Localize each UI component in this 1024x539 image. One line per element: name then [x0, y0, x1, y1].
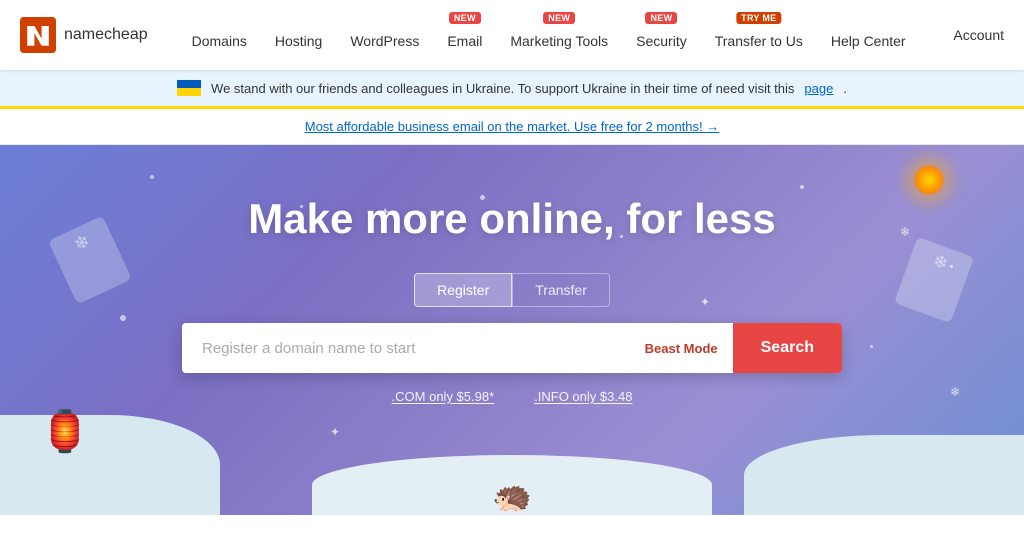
snow-dot: [800, 185, 804, 189]
nav-item-wordpress[interactable]: WordPress: [336, 0, 433, 70]
search-tabs: Register Transfer: [414, 273, 610, 307]
ukraine-banner: We stand with our friends and colleagues…: [0, 70, 1024, 109]
badge-tryme-transfer: TRY ME: [736, 12, 781, 24]
nav-item-marketing[interactable]: NEW Marketing Tools: [496, 0, 622, 70]
hero-title: Make more online, for less: [248, 195, 776, 243]
nav-item-domains[interactable]: Domains: [178, 0, 261, 70]
price-hint-com-text: .COM only $5.98*: [392, 389, 495, 404]
price-hint-info-text: .INFO only $3.48: [534, 389, 632, 404]
nav-item-transfer[interactable]: TRY ME Transfer to Us: [701, 0, 817, 70]
nav-label-domains: Domains: [192, 33, 247, 49]
logo-link[interactable]: namecheap: [20, 17, 148, 53]
nav-item-help[interactable]: Help Center: [817, 0, 920, 70]
header: namecheap Domains Hosting WordPress NEW …: [0, 0, 1024, 70]
sparkle-icon: ❄: [900, 225, 910, 239]
account-label: Account: [953, 27, 1004, 43]
flag-bottom: [177, 88, 201, 96]
glow-orb: [914, 165, 944, 195]
snow-dot: [950, 265, 953, 268]
nav-label-security: Security: [636, 33, 687, 49]
lantern-icon: 🏮: [40, 408, 90, 455]
promo-banner: Most affordable business email on the ma…: [0, 109, 1024, 145]
snow-mound-right: [744, 435, 1024, 515]
logo-text: namecheap: [64, 26, 148, 44]
price-hint-com: .COM only $5.98*: [392, 389, 495, 404]
nav-label-marketing: Marketing Tools: [510, 33, 608, 49]
ukraine-flag: [177, 80, 201, 96]
main-nav: Domains Hosting WordPress NEW Email NEW …: [178, 0, 954, 70]
sparkle-icon: ✦: [700, 295, 710, 309]
price-hint-info: .INFO only $3.48: [534, 389, 632, 404]
search-input[interactable]: [182, 323, 630, 373]
monster-icon: 🦔: [492, 477, 532, 515]
snow-mound-left: [0, 415, 220, 515]
nav-label-wordpress: WordPress: [350, 33, 419, 49]
hero-section: ✦ ✦ ❄ ❄ ❄ ✦ ❄ ❄ 🏮 Make more online, for …: [0, 145, 1024, 515]
nav-label-hosting: Hosting: [275, 33, 322, 49]
tab-register[interactable]: Register: [414, 273, 512, 307]
nav-item-email[interactable]: NEW Email: [433, 0, 496, 70]
nav-label-help: Help Center: [831, 33, 906, 49]
promo-link[interactable]: Most affordable business email on the ma…: [305, 119, 720, 134]
badge-new-email: NEW: [449, 12, 481, 24]
snow-dot: [150, 175, 154, 179]
badge-new-marketing: NEW: [543, 12, 575, 24]
deco-card-left: ❄: [48, 216, 132, 305]
sparkle-icon: ❄: [950, 385, 960, 399]
logo-icon: [20, 17, 56, 53]
flag-top: [177, 80, 201, 88]
nav-label-transfer: Transfer to Us: [715, 33, 803, 49]
nav-label-email: Email: [447, 33, 482, 49]
sparkle-icon: ✦: [330, 425, 340, 439]
ukraine-text: We stand with our friends and colleagues…: [211, 81, 794, 96]
beast-mode-button[interactable]: Beast Mode: [630, 323, 733, 373]
ukraine-text-period: .: [843, 81, 847, 96]
badge-new-security: NEW: [645, 12, 677, 24]
nav-item-hosting[interactable]: Hosting: [261, 0, 336, 70]
price-hints: .COM only $5.98* .INFO only $3.48: [392, 389, 633, 404]
deco-card-right: ❄: [894, 237, 974, 323]
tab-transfer[interactable]: Transfer: [512, 273, 610, 307]
ukraine-link[interactable]: page: [804, 81, 833, 96]
snow-dot: [870, 345, 873, 348]
search-button[interactable]: Search: [733, 323, 842, 373]
nav-item-security[interactable]: NEW Security: [622, 0, 701, 70]
search-bar: Beast Mode Search: [182, 323, 842, 373]
snow-dot: [120, 315, 126, 321]
account-link[interactable]: Account: [953, 27, 1004, 43]
